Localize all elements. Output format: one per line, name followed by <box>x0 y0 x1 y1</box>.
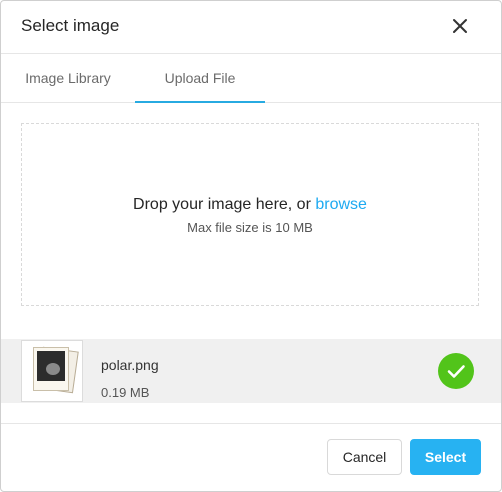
select-image-dialog: Select image Image Library Upload File D… <box>0 0 502 492</box>
checkmark-icon <box>447 365 465 378</box>
dropzone-prompt: Drop your image here, or browse <box>22 196 478 214</box>
select-button[interactable]: Select <box>410 439 481 475</box>
tab-image-library[interactable]: Image Library <box>1 54 135 102</box>
file-size: 0.19 MB <box>101 385 150 400</box>
tab-label: Image Library <box>25 70 111 86</box>
check-circle-icon <box>438 353 474 389</box>
tab-upload-file[interactable]: Upload File <box>135 54 265 103</box>
thumbnail-photo <box>33 347 69 391</box>
close-icon <box>453 19 467 33</box>
uploaded-file-row: polar.png 0.19 MB <box>1 339 501 403</box>
browse-link[interactable]: browse <box>315 196 367 213</box>
dialog-header: Select image <box>1 1 501 54</box>
tab-label: Upload File <box>164 70 236 86</box>
image-thumbnail <box>21 340 83 402</box>
footer-divider <box>1 423 501 424</box>
file-dropzone[interactable]: Drop your image here, or browse Max file… <box>21 123 479 306</box>
close-button[interactable] <box>449 15 471 37</box>
dialog-title: Select image <box>21 16 120 35</box>
thumbnail-photo-subject <box>46 363 60 375</box>
file-name: polar.png <box>101 357 159 373</box>
tab-bar: Image Library Upload File <box>1 54 501 103</box>
thumbnail-photo-image <box>37 351 65 381</box>
max-file-size-note: Max file size is 10 MB <box>187 220 313 235</box>
dropzone-prompt-text: Drop your image here, or <box>133 196 316 213</box>
active-tab-indicator <box>135 101 265 103</box>
cancel-button[interactable]: Cancel <box>327 439 402 475</box>
